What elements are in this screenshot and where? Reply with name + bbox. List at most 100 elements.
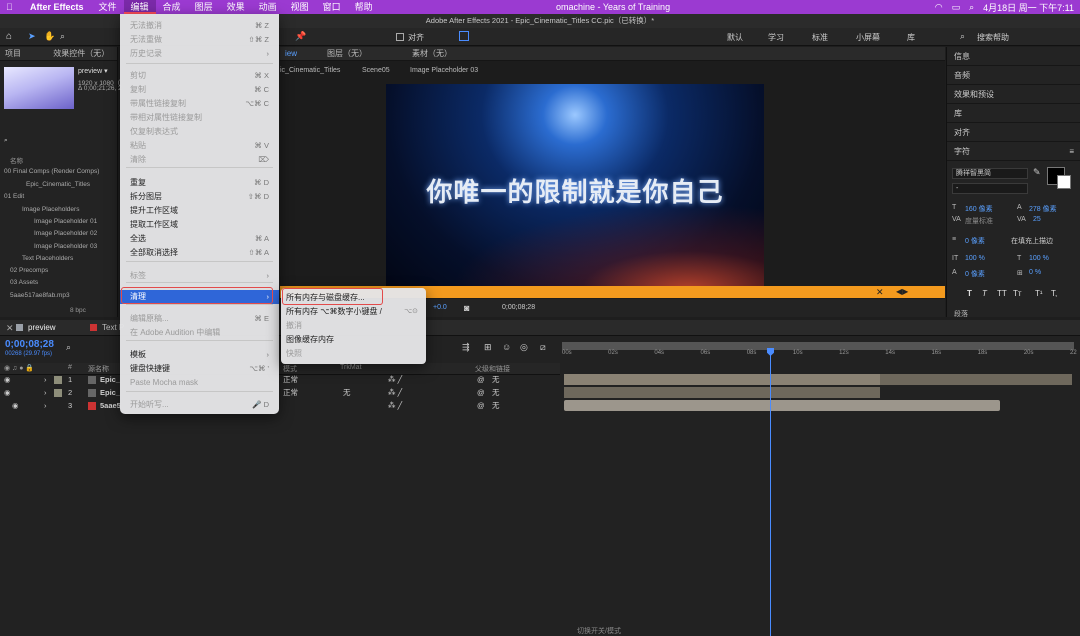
tree-item-mp3[interactable]: 5aae517ae8fab.mp3 (10, 292, 70, 299)
tsume-value[interactable]: 0 % (1029, 269, 1041, 276)
expand-icon[interactable]: › (44, 387, 47, 399)
panel-libraries[interactable]: 库 (947, 104, 1080, 123)
faux-italic-button[interactable]: T (982, 289, 987, 298)
tab-preview[interactable]: preview (28, 323, 56, 332)
expand-icon[interactable]: › (44, 400, 47, 412)
time-ruler[interactable]: 00s 02s 04s 06s 08s 10s 12s 14s 16s 18s 20s 22 (562, 350, 1077, 364)
menu-view[interactable]: 视图 (284, 0, 316, 14)
collapse-switch-icon[interactable]: ⁂ ╱ (388, 387, 402, 399)
menu-window[interactable]: 窗口 (316, 0, 348, 14)
layer-mode[interactable]: 正常 (283, 387, 298, 399)
horizontal-scale-value[interactable]: 100 % (1029, 255, 1049, 262)
edit-menu-item[interactable]: 重复 ⌘ D (120, 176, 279, 190)
parent-pick-whip-icon[interactable]: @ (477, 387, 485, 399)
tab-footage[interactable]: 素材（无） (412, 47, 452, 61)
menu-edit[interactable]: 编辑 (123, 0, 156, 14)
edit-menu-item[interactable]: 全选 ⌘ A (120, 232, 279, 246)
leading-value[interactable]: 278 像素 (1029, 204, 1057, 214)
parent-pick-whip-icon[interactable]: @ (477, 400, 485, 412)
selection-tool-icon[interactable]: ➤ (28, 31, 36, 42)
stroke-width-value[interactable]: 0 像素 (965, 236, 985, 246)
vertical-scale-value[interactable]: 100 % (965, 255, 985, 262)
zoom-tool-icon[interactable]: ⌕ (60, 31, 65, 42)
breadcrumb-comp[interactable]: ic_Cinematic_Titles (280, 67, 340, 74)
baseline-value[interactable]: 0 像素 (965, 269, 985, 279)
edit-menu-item[interactable]: 提取工作区域 (120, 218, 279, 232)
help-search-input[interactable]: 搜索帮助 (977, 32, 1009, 43)
eyedropper-icon[interactable]: ✎ (1033, 167, 1041, 178)
panel-audio[interactable]: 音频 (947, 66, 1080, 85)
layer-parent[interactable]: 无 (492, 400, 500, 412)
stroke-color-swatch[interactable] (1057, 175, 1071, 189)
playhead[interactable] (770, 348, 771, 636)
tree-item-image-placeholder-02[interactable]: Image Placeholder 02 (34, 230, 97, 237)
layer-3-bar[interactable] (564, 400, 1000, 411)
panel-character-header[interactable]: 字符 ≡ (947, 142, 1080, 161)
menu-app-name[interactable]: After Effects (0, 0, 92, 14)
menu-layer[interactable]: 图层 (188, 0, 220, 14)
close-bar-icon[interactable]: ✕ (876, 286, 884, 298)
tree-item-image-placeholder-03[interactable]: Image Placeholder 03 (34, 243, 97, 250)
collapse-switch-icon[interactable]: ⁂ ╱ (388, 400, 402, 412)
nav-arrows-icon[interactable]: ◀▶ (896, 286, 908, 298)
composition-canvas[interactable]: 你唯一的限制就是你自己 (386, 84, 764, 290)
small-caps-button[interactable]: Tт (1013, 289, 1022, 298)
tab-composition[interactable]: iew (285, 49, 297, 58)
tab-layer[interactable]: 图层（无） (327, 47, 367, 61)
tree-item-image-placeholder-01[interactable]: Image Placeholder 01 (34, 218, 97, 225)
menu-file[interactable]: 文件 (92, 0, 124, 14)
tab-effect-controls[interactable]: 效果控件（无） (53, 49, 109, 58)
layer-name[interactable]: Epic_ (100, 387, 120, 399)
workspace-libraries[interactable]: 库 (907, 32, 915, 43)
layer-row-3[interactable]: ◉ › 3 5aae5 ⁂ ╱ @ 无 (0, 400, 560, 412)
breadcrumb-image[interactable]: Image Placeholder 03 (410, 67, 478, 74)
tree-item-epic-comp[interactable]: Epic_Cinematic_Titles (26, 181, 90, 188)
column-name-header[interactable]: 名称 (10, 155, 23, 165)
layer-1-bar[interactable] (564, 374, 880, 385)
tree-item-image-placeholders[interactable]: Image Placeholders (22, 206, 79, 213)
layer-1-bar-tail[interactable] (880, 374, 1072, 385)
home-icon[interactable]: ⌂ (6, 31, 12, 42)
layer-name[interactable]: Epic_ (100, 374, 120, 386)
header-mode[interactable]: 模式 (283, 364, 297, 374)
panel-effects-presets[interactable]: 效果和预设 (947, 85, 1080, 104)
search-icon[interactable]: ⌕ (969, 2, 974, 13)
now-playing-text[interactable]: omachine - Years of Training (556, 0, 670, 14)
layer-trkmat[interactable]: 无 (343, 387, 351, 399)
faux-bold-button[interactable]: T (967, 289, 972, 298)
draft-3d-icon[interactable]: ⊞ (484, 342, 492, 353)
snap-options-icon[interactable] (459, 31, 469, 41)
graph-editor-icon[interactable]: ⧄ (540, 342, 546, 353)
pin-tool-icon[interactable]: 📌 (295, 31, 306, 42)
layer-mode[interactable]: 正常 (283, 374, 298, 386)
tracking-value[interactable]: 25 (1033, 216, 1041, 223)
visibility-icon[interactable]: ◉ (4, 387, 11, 399)
font-style-select[interactable]: - (952, 183, 1028, 194)
toggle-switches-modes[interactable]: 切换开关/模式 (577, 626, 621, 636)
purge-menu-item[interactable]: 图像缓存内存 (281, 333, 426, 347)
layer-2-bar[interactable] (564, 387, 880, 398)
hand-tool-icon[interactable]: ✋ (44, 31, 55, 42)
tree-item-final-comps[interactable]: 00 Final Comps (Render Comps) (4, 168, 99, 175)
timeline-timecode[interactable]: 0;00;08;28 (5, 339, 54, 350)
apple-icon[interactable]:  (6, 0, 13, 14)
all-caps-button[interactable]: TT (997, 289, 1007, 298)
font-size-value[interactable]: 160 像素 (965, 204, 993, 214)
snap-checkbox[interactable] (396, 33, 404, 41)
comp-flowchart-icon[interactable]: ⇶ (462, 342, 470, 353)
breadcrumb-scene[interactable]: Scene05 (362, 67, 390, 74)
header-source-name[interactable]: 源名称 (88, 364, 109, 374)
kerning-value[interactable]: 度量标准 (965, 216, 993, 226)
tree-item-precomps[interactable]: 02 Precomps (10, 267, 48, 274)
parent-pick-whip-icon[interactable]: @ (477, 374, 485, 386)
label-color-icon[interactable] (54, 376, 62, 384)
superscript-button[interactable]: T¹ (1035, 289, 1043, 298)
snapshot-icon[interactable]: ◙ (464, 303, 469, 313)
exposure-value[interactable]: +0.0 (433, 304, 447, 311)
panel-align[interactable]: 对齐 (947, 123, 1080, 142)
tree-item-text-placeholders[interactable]: Text Placeholders (22, 255, 73, 262)
tree-item-assets[interactable]: 03 Assets (10, 279, 38, 286)
shy-layers-icon[interactable]: ☺ (502, 342, 511, 352)
battery-icon[interactable]: ▭ (952, 2, 961, 13)
workspace-standard[interactable]: 标准 (812, 32, 828, 43)
